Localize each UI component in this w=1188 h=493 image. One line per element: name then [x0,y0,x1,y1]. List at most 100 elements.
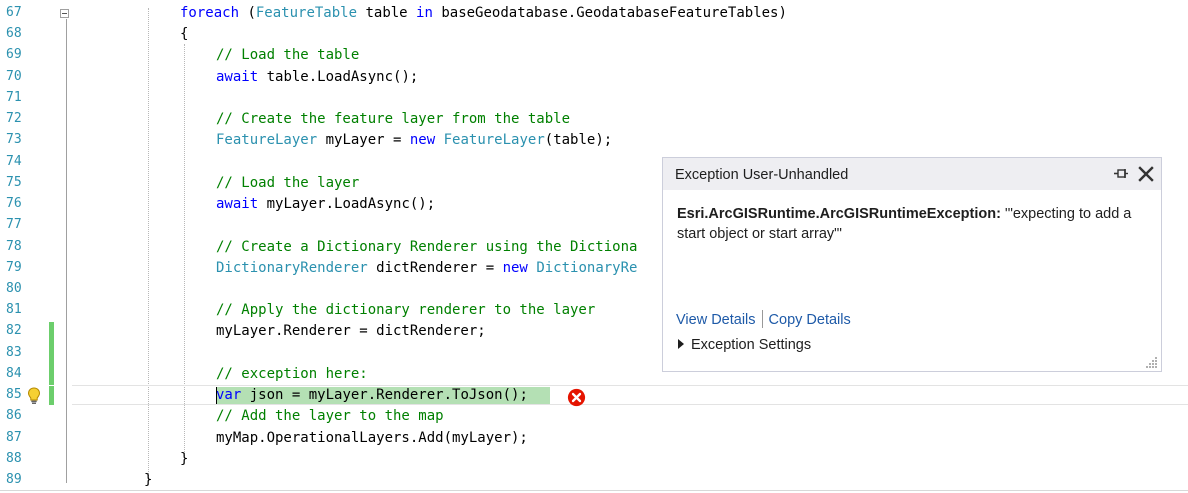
code-line[interactable]: 85 var json = myLayer.Renderer.ToJson(); [0,385,1188,406]
code-text: myMap.OperationalLayers.Add(myLayer); [216,430,528,447]
code-line[interactable]: 69 // Load the table [0,45,1188,66]
code-text: // Add the layer to the map [216,408,444,425]
code-token: new [502,259,528,276]
code-text: DictionaryRenderer dictRenderer = new Di… [216,260,637,277]
code-line[interactable]: 71 [0,88,1188,109]
copy-details-link[interactable]: Copy Details [769,312,851,328]
code-text: myLayer.Renderer = dictRenderer; [216,323,486,340]
line-number: 86 [6,408,22,424]
code-text: // Load the table [216,47,359,64]
code-text: // Load the layer [216,175,359,192]
line-number: 83 [6,344,22,360]
line-number: 71 [6,89,22,105]
popup-header: Exception User-Unhandled [663,158,1161,190]
resize-grip-icon[interactable] [1146,356,1158,368]
code-text: } [144,472,152,489]
link-separator [761,310,763,328]
line-number: 74 [6,153,22,169]
code-token: new [409,132,436,149]
popup-links: View Details Copy Details [676,310,851,328]
line-number: 81 [6,302,22,318]
code-token: table.LoadAsync(); [258,68,419,85]
exception-message: Esri.ArcGISRuntime.ArcGISRuntimeExceptio… [677,204,1147,244]
code-text: // exception here: [216,366,368,383]
code-line[interactable]: 87 myMap.OperationalLayers.Add(myLayer); [0,428,1188,449]
line-number: 88 [6,450,22,466]
code-line[interactable]: 86 // Add the layer to the map [0,406,1188,427]
line-number: 70 [6,68,22,84]
line-number: 72 [6,111,22,127]
code-text: await myLayer.LoadAsync(); [216,196,435,213]
code-token: // Load the layer [216,174,360,191]
code-token: { [180,26,189,43]
line-number: 75 [6,174,22,190]
code-text: FeatureLayer myLayer = new FeatureLayer(… [216,132,612,149]
code-token: // Add the layer to the map [216,408,444,425]
exception-settings-toggle[interactable]: Exception Settings [678,337,811,353]
code-token: foreach [180,5,240,21]
pin-icon[interactable] [1113,167,1129,181]
code-text: await table.LoadAsync(); [216,69,418,86]
code-line[interactable]: 88} [0,449,1188,470]
close-icon[interactable] [1137,165,1155,183]
popup-title: Exception User-Unhandled [675,167,849,183]
line-number: 84 [6,365,22,381]
code-token: table [357,5,417,21]
code-token: myLayer.LoadAsync(); [258,196,436,213]
line-number: 80 [6,280,22,296]
code-token: json = myLayer.Renderer.ToJson(); [241,387,528,404]
code-text: // Create a Dictionary Renderer using th… [216,239,637,256]
line-number: 67 [6,5,22,20]
code-token: } [144,472,153,489]
view-details-link[interactable]: View Details [676,312,756,328]
code-token: // Create a Dictionary Renderer using th… [216,238,638,255]
code-line[interactable]: 70 await table.LoadAsync(); [0,67,1188,88]
line-number: 76 [6,196,22,212]
code-text: // Apply the dictionary renderer to the … [216,302,595,319]
code-token: var [216,387,242,404]
line-number: 77 [6,217,22,233]
code-token: FeatureLayer [216,132,318,149]
code-text: var json = myLayer.Renderer.ToJson(); [216,387,528,404]
code-token: // Apply the dictionary renderer to the … [216,302,596,319]
expand-triangle-icon [678,339,684,349]
exception-popup: Exception User-Unhandled Esri.ArcGISRunt… [662,157,1162,372]
exception-settings-label: Exception Settings [691,337,812,353]
line-number: 68 [6,26,22,42]
code-token: dictRenderer = [367,259,503,276]
code-line[interactable]: 67 foreach (FeatureTable table in baseGeo… [0,3,1188,24]
lightbulb-icon[interactable] [27,387,41,405]
code-token: await [216,196,259,213]
exception-type: Esri.ArcGISRuntime.ArcGISRuntimeExceptio… [677,206,1001,222]
code-token: FeatureTable [255,5,358,21]
code-token: // Create the feature layer from the tab… [216,111,571,128]
code-line[interactable]: 72 // Create the feature layer from the t… [0,109,1188,130]
line-number: 87 [6,429,22,445]
code-token: myMap.OperationalLayers.Add(myLayer); [216,429,528,446]
code-text: foreach (FeatureTable table in baseGeoda… [180,5,787,22]
line-number: 82 [6,323,22,339]
code-token: in [416,5,433,21]
code-token: await [216,68,259,85]
code-line[interactable]: 68 { [0,24,1188,45]
code-token: myLayer = [317,132,410,149]
code-text: { [180,26,188,43]
code-line[interactable]: 89} [0,470,1188,491]
code-token: } [180,450,189,467]
code-token: FeatureLayer [443,132,545,149]
text-caret [216,387,217,404]
code-token: DictionaryRenderer [216,259,368,276]
line-number: 79 [6,259,22,275]
code-line[interactable]: 73 FeatureLayer myLayer = new FeatureLaye… [0,130,1188,151]
editor-bottom-border [0,490,1188,491]
code-text: // Create the feature layer from the tab… [216,111,570,128]
code-token: ( [239,5,256,21]
line-number: 73 [6,132,22,148]
code-token: baseGeodatabase.GeodatabaseFeatureTables… [432,5,787,21]
code-text: } [180,451,188,468]
code-token: DictionaryRe [536,259,638,276]
code-token: // Load the table [216,47,360,64]
error-circle-icon [567,388,586,407]
code-token: myLayer.Renderer = dictRenderer; [216,323,486,340]
